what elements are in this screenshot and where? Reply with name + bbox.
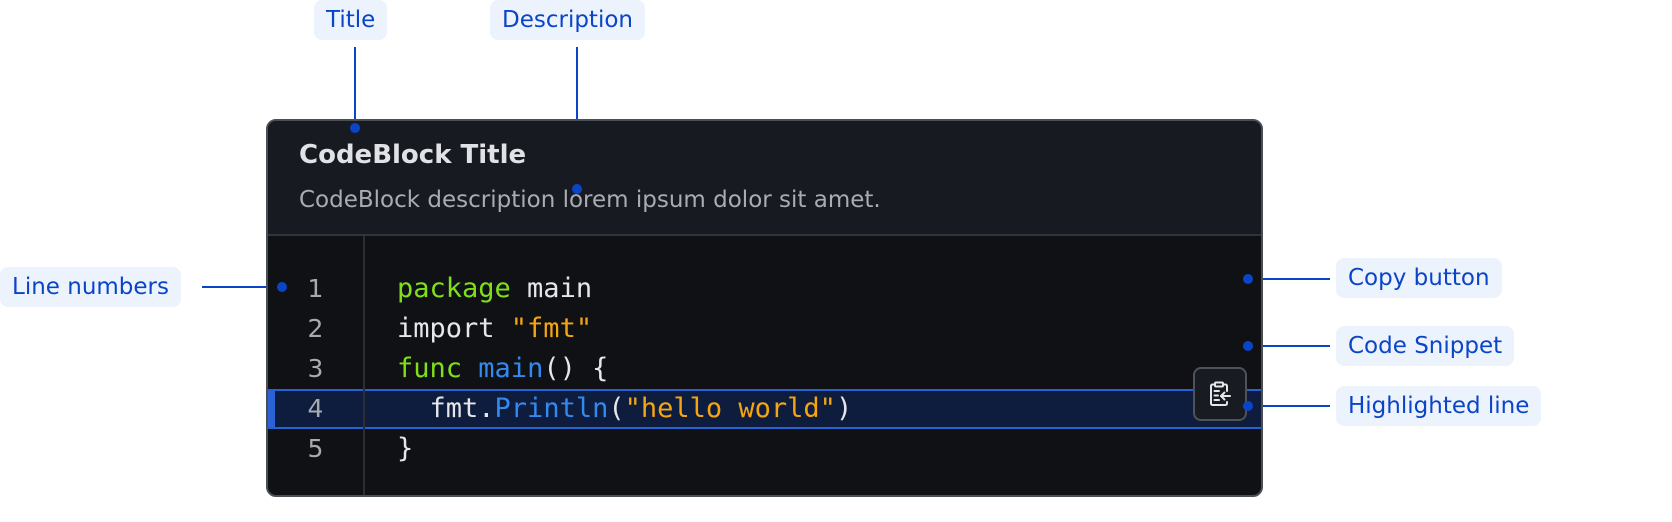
line-code: fmt.Println("hello world") [397,391,853,427]
clipboard-copy-icon [1210,381,1231,406]
line-number: 5 [307,434,324,463]
highlighted-code-line: 4 fmt.Println("hello world") [268,389,1261,429]
annotation-copy-button: Copy button [1336,258,1502,298]
code-token-plain: main [510,273,593,304]
connector-dot-description [572,184,582,194]
gutter-divider [363,236,365,495]
codeblock-description: CodeBlock description lorem ipsum dolor … [299,187,881,213]
line-number: 4 [307,394,324,423]
line-code: } [397,429,413,469]
code-token-keyword: func [397,353,463,384]
annotation-code-snippet: Code Snippet [1336,326,1515,366]
code-token-plain: } [397,433,414,464]
connector-dot-code-snippet [1243,341,1253,351]
code-token-plain: () { [543,353,609,384]
codeblock: CodeBlock Title CodeBlock description lo… [266,119,1263,497]
codeblock-header: CodeBlock Title CodeBlock description lo… [268,121,1261,236]
connector-dot-line-numbers [277,282,287,292]
line-code: import "fmt" [397,309,592,349]
annotation-line-numbers: Line numbers [0,267,181,307]
code-snippet[interactable]: 1 package main 2 import "fmt" 3 func main() {… [268,236,1261,495]
annotation-description: Description [490,0,645,40]
code-token-string: "hello world" [624,393,836,424]
copy-button[interactable] [1193,367,1247,421]
connector-title [354,47,356,127]
code-line: 2 import "fmt" [268,309,1261,349]
line-code: func main() { [397,349,608,389]
connector-dot-highlighted-line [1243,401,1253,411]
line-code: package main [397,269,592,309]
code-token-func: Println [494,393,609,424]
codeblock-title: CodeBlock Title [299,140,527,170]
annotation-highlighted-line: Highlighted line [1336,386,1542,426]
code-token-plain: ) [835,393,853,424]
code-token-plain: fmt. [397,393,495,424]
annotation-title: Title [314,0,388,40]
line-number: 2 [307,314,324,343]
code-token-plain: import [397,313,511,344]
connector-dot-copy-button [1243,274,1253,284]
code-token-string: "fmt" [510,313,593,344]
code-token-func: main [478,353,544,384]
code-line: 1 package main [268,269,1261,309]
code-line: 5} [268,429,1261,469]
connector-dot-title [350,123,360,133]
line-number: 3 [307,354,324,383]
code-token-keyword: package [397,273,511,304]
code-line: 3 func main() { [268,349,1261,389]
code-token-plain: ( [608,393,625,424]
